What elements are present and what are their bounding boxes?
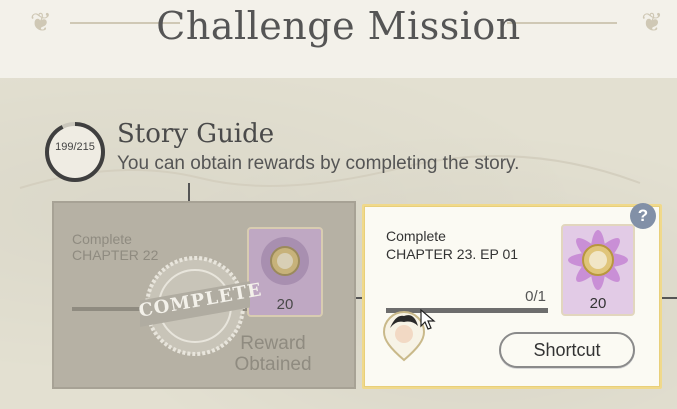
medal-icon [568,230,628,290]
mission-chapter: CHAPTER 23. EP 01 [386,246,519,262]
mission-progress-text: 0/1 [525,288,546,305]
story-progress-text: 199/215 [55,141,95,153]
reward-count: 20 [589,295,607,312]
section-title: Story Guide [117,119,275,149]
mission-card-active[interactable]: Complete CHAPTER 23. EP 01 0/1 20 Shortc… [362,204,662,389]
section-subtitle: You can obtain rewards by completing the… [117,153,520,174]
reward-obtained-text: Reward Obtained [234,333,312,375]
connector-vertical [188,183,190,201]
reward-slot[interactable]: 20 [561,224,635,316]
header-band: ❦ ❦ Challenge Mission [0,0,677,78]
mouse-pointer-icon [420,309,436,330]
mission-label: Complete [72,231,132,247]
reward-slot[interactable]: 20 [247,227,323,317]
mission-label: Complete [386,228,446,244]
connector-right [662,297,677,299]
page-title: Challenge Mission [156,4,521,48]
question-icon[interactable]: ? [630,203,656,229]
shortcut-button[interactable]: Shortcut [499,332,635,368]
mission-card-completed[interactable]: Complete CHAPTER 22 20 COMPLETE Reward O… [52,201,356,389]
